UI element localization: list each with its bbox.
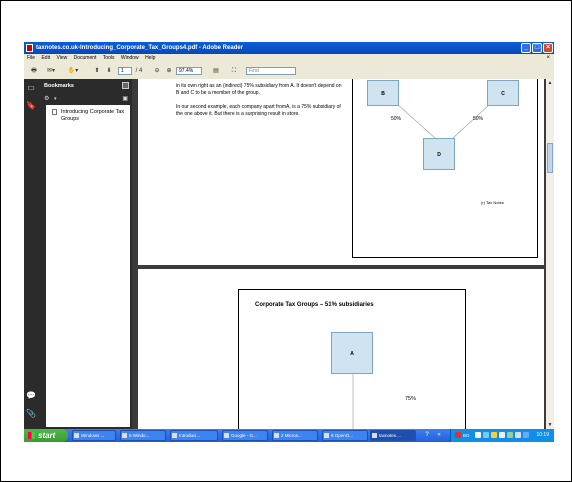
bookmark-label: Introducing Corporate Tax Groups xyxy=(61,109,125,122)
page-number-input[interactable]: 1 xyxy=(118,67,132,75)
menu-file[interactable]: File xyxy=(27,55,35,61)
bookmark-options-icon[interactable]: ⚙ xyxy=(44,93,49,105)
monitor-icon[interactable] xyxy=(523,432,529,438)
vertical-scrollbar[interactable]: ▲ ▼ xyxy=(546,79,554,429)
next-page-icon[interactable]: ⬇ xyxy=(104,66,114,76)
adobe-reader-icon xyxy=(26,44,33,52)
percentage-label: 50% xyxy=(391,116,402,122)
company-c-box: C xyxy=(487,80,519,106)
bluetooth-icon[interactable] xyxy=(499,432,505,438)
menu-bar: File Edit View Document Tools Window Hel… xyxy=(24,54,554,63)
security-icon[interactable] xyxy=(491,432,497,438)
menu-edit[interactable]: Edit xyxy=(41,55,50,61)
company-a-box: A xyxy=(331,332,373,374)
pdf-page-2: Corporate Tax Groups – 51% subsidiaries … xyxy=(138,269,544,429)
hand-tool-icon[interactable]: ✋▾ xyxy=(66,66,80,76)
window-icon xyxy=(74,433,79,438)
attachments-icon[interactable]: 📎 xyxy=(26,409,36,419)
fit-page-icon[interactable]: ▤ xyxy=(210,66,222,76)
page1-paragraph-1: in its own right as an (indirect) 75% su… xyxy=(176,83,342,96)
bookmark-options-dropdown[interactable]: ▾ xyxy=(54,93,57,105)
word-icon xyxy=(274,433,279,438)
bookmarks-toolbar: ⚙ ▾ ▣ xyxy=(38,93,132,105)
ownership-diagram: B C D 50% 50% (r) Tax Notes xyxy=(352,79,538,258)
network-icon[interactable] xyxy=(483,432,489,438)
page-total-label: / 4 xyxy=(135,68,143,74)
full-screen-icon[interactable]: ⛶ xyxy=(228,66,240,76)
antivirus-icon[interactable] xyxy=(455,432,461,438)
bookmarks-panel: Bookmarks ⚙ ▾ ▣ Introducing Corporate Ta… xyxy=(38,79,132,429)
percentage-label: 50% xyxy=(473,116,484,122)
bookmarks-title: Bookmarks xyxy=(44,83,74,89)
document-view: in its own right as an (indirect) 75% su… xyxy=(136,79,546,429)
system-tray: BG 10:19 xyxy=(450,429,554,442)
subsidiaries-slide: Corporate Tax Groups – 51% subsidiaries … xyxy=(238,289,466,429)
percentage-label: 75% xyxy=(405,396,417,402)
shield-icon[interactable] xyxy=(475,432,481,438)
bookmarks-tree: Introducing Corporate Tax Groups xyxy=(46,105,130,427)
zoom-in-icon[interactable]: ⊕ xyxy=(164,66,174,76)
title-bar: taxnotes.co.uk-Introducing_Corporate_Tax… xyxy=(24,42,554,54)
find-input[interactable]: Find xyxy=(246,67,296,75)
pdf-page-1: in its own right as an (indirect) 75% su… xyxy=(138,79,544,265)
browser-icon xyxy=(172,433,177,438)
help-icon[interactable]: ? xyxy=(422,430,432,440)
openoffice-icon xyxy=(324,433,329,438)
pages-icon[interactable]: ▭ xyxy=(26,83,36,93)
company-b-box: B xyxy=(367,80,399,106)
menu-document[interactable]: Document xyxy=(74,55,97,61)
taskbar-item[interactable]: Introduci... xyxy=(170,430,218,441)
taskbar-item[interactable]: 2 Micros... xyxy=(272,430,318,441)
taskbar-overflow-icon[interactable]: « xyxy=(434,430,444,440)
panel-close-icon[interactable] xyxy=(122,82,129,89)
navigation-pane-strip: ▭ 🔖 💬 📎 xyxy=(24,79,38,429)
tax-notes-logo: (r) Tax Notes xyxy=(481,200,504,205)
taskbar-item[interactable]: 5 Windo... xyxy=(120,430,166,441)
taskbar-item-active[interactable]: taxnotes.... xyxy=(370,430,416,441)
menu-help[interactable]: Help xyxy=(145,55,155,61)
pdf-icon xyxy=(372,433,377,438)
adobe-reader-window: taxnotes.co.uk-Introducing_Corporate_Tax… xyxy=(24,42,554,442)
clock: 10:19 xyxy=(536,432,549,438)
document-icon xyxy=(52,109,57,115)
taskbar-item[interactable]: 9 OpenO... xyxy=(322,430,368,441)
expand-bookmark-icon[interactable]: ▣ xyxy=(122,93,128,105)
zoom-level-select[interactable]: 97.4% xyxy=(176,67,202,75)
zoom-out-icon[interactable]: ⊖ xyxy=(152,66,162,76)
previous-page-icon[interactable]: ⬆ xyxy=(92,66,102,76)
company-d-box: D xyxy=(423,138,455,170)
volume-icon[interactable] xyxy=(515,432,521,438)
document-close-icon[interactable]: × xyxy=(546,54,550,63)
taskbar-item[interactable]: Windows ... xyxy=(72,430,116,441)
folder-icon xyxy=(122,433,127,438)
bookmarks-header: Bookmarks xyxy=(38,79,132,93)
start-label: start xyxy=(38,431,56,440)
scroll-up-arrow-icon[interactable]: ▲ xyxy=(546,79,554,87)
scroll-down-arrow-icon[interactable]: ▼ xyxy=(546,421,554,429)
menu-tools[interactable]: Tools xyxy=(103,55,115,61)
maximize-button[interactable]: □ xyxy=(532,43,542,53)
comments-icon[interactable]: 💬 xyxy=(26,391,36,401)
bookmarks-icon[interactable]: 🔖 xyxy=(26,101,36,111)
close-button[interactable]: × xyxy=(543,43,553,53)
start-button[interactable]: start xyxy=(24,429,68,442)
window-title: taxnotes.co.uk-Introducing_Corporate_Tax… xyxy=(36,45,244,51)
minimize-button[interactable]: _ xyxy=(521,43,531,53)
windows-logo-icon xyxy=(28,432,35,439)
taskbar-item[interactable]: Google - G... xyxy=(222,430,268,441)
toolbar: 🖶 ✉▾ ✋▾ ⬆ ⬇ 1 / 4 ⊖ ⊕ 97.4% ▤ ⛶ Find xyxy=(24,63,554,80)
email-icon[interactable]: ✉▾ xyxy=(44,66,58,76)
print-icon[interactable]: 🖶 xyxy=(28,66,40,76)
google-icon xyxy=(224,433,229,438)
menu-window[interactable]: Window xyxy=(121,55,139,61)
scroll-thumb[interactable] xyxy=(547,143,553,173)
windows-taskbar: start Windows ... 5 Windo... Introduci..… xyxy=(24,429,554,442)
menu-view[interactable]: View xyxy=(56,55,67,61)
update-icon[interactable] xyxy=(507,432,513,438)
page1-paragraph-2: In our second example, each company apar… xyxy=(176,104,341,117)
tray-label: BG xyxy=(463,433,470,438)
